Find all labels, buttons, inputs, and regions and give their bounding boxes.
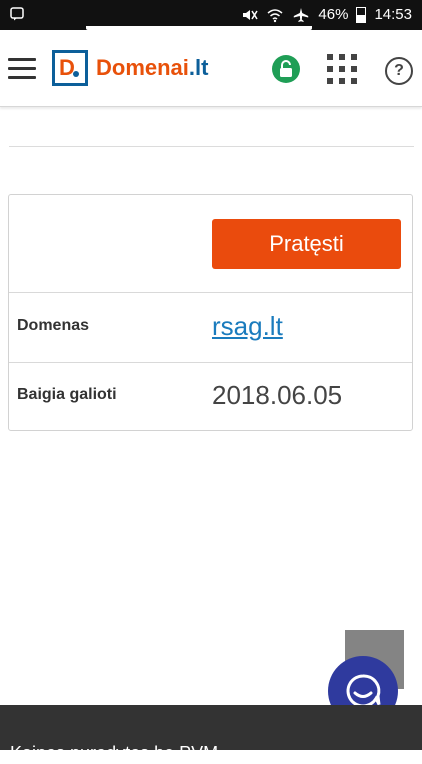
apps-grid-icon[interactable] [327,54,357,84]
battery-percent: 46% [318,6,349,23]
footer-text: Kainos nurodytos be PVM [10,743,219,763]
status-bar: 46% 14:53 [0,0,422,30]
table-row: Domenas rsag.lt [9,292,412,363]
footer: Kainos nurodytos be PVM [0,705,422,763]
expiry-date: 2018.06.05 [212,380,343,410]
mute-icon [243,9,259,20]
domain-label: Domenas [17,317,90,334]
help-icon[interactable]: ? [385,57,413,85]
site-header: D Domenai.lt ? [0,30,422,107]
table-row: Baigia galioti 2018.06.05 [9,362,412,433]
notification-icon [10,7,24,21]
clock: 14:53 [374,6,412,23]
airplane-mode-icon [294,7,309,22]
renew-button[interactable]: Pratęsti [212,219,401,269]
unlocked-lock-icon[interactable] [272,55,300,83]
hamburger-menu-icon[interactable] [8,58,36,80]
logo-text: Domenai.lt [96,55,209,80]
expires-label: Baigia galioti [17,386,117,403]
battery-icon [356,6,367,23]
site-logo[interactable]: D Domenai.lt [52,50,208,86]
divider [9,146,414,147]
domain-link[interactable]: rsag.lt [212,311,283,342]
domain-card: Pratęsti Domenas rsag.lt Baigia galioti … [8,194,413,431]
logo-mark-icon: D [52,50,88,86]
wifi-icon [267,8,283,22]
